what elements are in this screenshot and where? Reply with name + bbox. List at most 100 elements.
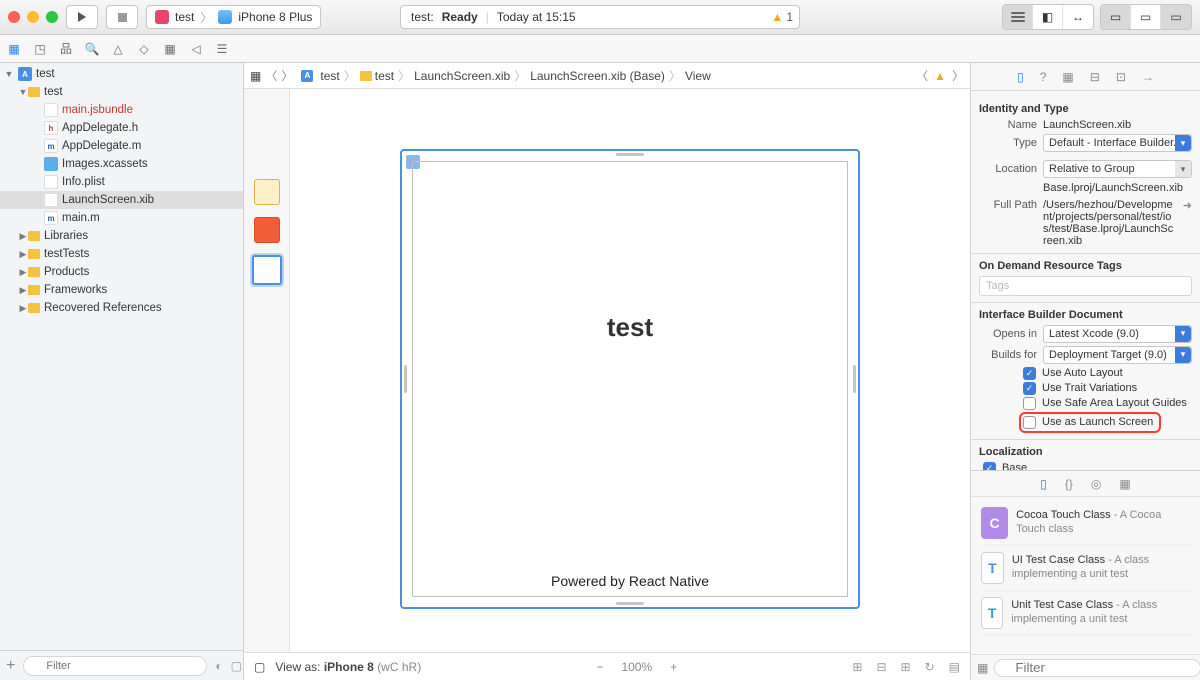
resize-handle-left[interactable] (404, 365, 407, 393)
adjust-right-icon[interactable]: 〉 (952, 67, 964, 84)
toggle-navigator-button[interactable]: ▭ (1101, 5, 1131, 29)
library-item[interactable]: T UI Test Case Class - A class implement… (979, 546, 1192, 591)
code-snippet-library-icon[interactable]: {} (1065, 477, 1073, 491)
add-button[interactable]: + (6, 657, 15, 675)
test-navigator-icon[interactable]: ◇ (136, 41, 152, 57)
adjust-left-icon[interactable]: 〈 (916, 67, 928, 84)
stack-icon[interactable]: ▤ (949, 660, 960, 674)
maximize-icon[interactable] (46, 11, 58, 23)
object-library-icon[interactable]: ◎ (1091, 477, 1101, 491)
resize-handle-top[interactable] (616, 153, 644, 156)
jump-bar-item[interactable]: Atest (297, 69, 339, 83)
version-editor-button[interactable]: ↔ (1063, 5, 1093, 29)
tree-file[interactable]: h AppDelegate.h (0, 119, 243, 137)
breakpoint-navigator-icon[interactable]: ◁ (188, 41, 204, 57)
library-filter-input[interactable] (994, 659, 1200, 677)
standard-editor-button[interactable] (1003, 5, 1033, 29)
pin-icon[interactable]: ⊞ (901, 660, 911, 674)
tree-file[interactable]: Info.plist (0, 173, 243, 191)
tags-input[interactable]: Tags (979, 276, 1192, 296)
find-navigator-icon[interactable]: 🔍 (84, 41, 100, 57)
view-object-selected[interactable] (252, 255, 282, 285)
warning-icon[interactable]: ▲ (934, 69, 946, 83)
zoom-out-button[interactable]: − (596, 660, 603, 674)
tree-group[interactable]: ▶ Frameworks (0, 281, 243, 299)
tree-group[interactable]: ▶ Products (0, 263, 243, 281)
attributes-inspector-icon[interactable]: ⊟ (1090, 70, 1100, 84)
jump-bar-item[interactable]: test (360, 69, 394, 83)
opensin-dropdown[interactable]: Latest Xcode (9.0)▾ (1043, 325, 1192, 343)
tree-group[interactable]: ▶ testTests (0, 245, 243, 263)
file-inspector-icon[interactable]: ▯ (1017, 70, 1024, 84)
library-item[interactable]: T Unit Test Case Class - A class impleme… (979, 591, 1192, 636)
project-navigator-icon[interactable]: ▦ (6, 41, 22, 57)
run-button[interactable] (66, 5, 98, 29)
zoom-in-button[interactable]: + (670, 660, 677, 674)
tree-file[interactable]: m main.m (0, 209, 243, 227)
tree-group[interactable]: ▼ test (0, 83, 243, 101)
scheme-selector[interactable]: test 〉 iPhone 8 Plus (146, 5, 321, 29)
autolayout-checkbox-row[interactable]: ✓Use Auto Layout (1023, 367, 1192, 380)
jump-bar-item[interactable]: View (685, 69, 711, 83)
issues-badge[interactable]: ▲ 1 (771, 10, 793, 24)
file-template-library-icon[interactable]: ▯ (1040, 477, 1047, 491)
toggle-inspector-button[interactable]: ▭ (1161, 5, 1191, 29)
jump-bar-item[interactable]: LaunchScreen.xib (414, 69, 510, 83)
location-dropdown[interactable]: Relative to Group▾ (1043, 160, 1192, 178)
tree-file[interactable]: m AppDelegate.m (0, 137, 243, 155)
trait-checkbox-row[interactable]: ✓Use Trait Variations (1023, 382, 1192, 395)
safearea-checkbox-row[interactable]: Use Safe Area Layout Guides (1023, 397, 1192, 410)
navigator-filter-input[interactable] (23, 656, 207, 676)
resolve-issues-icon[interactable]: ↻ (925, 660, 935, 674)
quick-help-icon[interactable]: ? (1040, 70, 1047, 84)
view-as-label[interactable]: View as: iPhone 8 (wC hR) (275, 660, 421, 674)
report-navigator-icon[interactable]: ☰ (214, 41, 230, 57)
interface-builder-canvas[interactable]: test Powered by React Native (290, 89, 970, 652)
forward-button[interactable]: 〉 (281, 67, 293, 84)
grid-view-icon[interactable]: ▦ (977, 661, 988, 675)
tree-group[interactable]: ▶ Libraries (0, 227, 243, 245)
folder-icon (28, 249, 40, 259)
impl-file-icon: m (44, 139, 58, 153)
files-owner-icon[interactable] (254, 179, 280, 205)
tree-file[interactable]: Images.xcassets (0, 155, 243, 173)
launchscreen-checkbox-highlight[interactable]: Use as Launch Screen (1019, 412, 1161, 433)
media-library-icon[interactable]: ▦ (1119, 477, 1130, 491)
connections-inspector-icon[interactable]: → (1142, 70, 1154, 84)
assistant-editor-button[interactable]: ◧ (1033, 5, 1063, 29)
related-items-icon[interactable]: ▦ (250, 69, 261, 83)
tree-file-selected[interactable]: LaunchScreen.xib (0, 191, 243, 209)
tree-project-root[interactable]: ▼A test (0, 65, 243, 83)
tree-file[interactable]: main.jsbundle (0, 101, 243, 119)
reveal-in-finder-icon[interactable]: ➜ (1183, 199, 1192, 212)
scm-filter-icon[interactable]: ▢ (231, 659, 242, 673)
class-template-icon: C (981, 507, 1008, 539)
library-item[interactable]: C Cocoa Touch Class - A Cocoa Touch clas… (979, 501, 1192, 546)
resize-handle-bottom[interactable] (616, 602, 644, 605)
back-button[interactable]: 〈 (265, 67, 277, 84)
align-icon[interactable]: ⊟ (876, 660, 886, 674)
issue-navigator-icon[interactable]: △ (110, 41, 126, 57)
size-inspector-icon[interactable]: ⊡ (1116, 70, 1126, 84)
source-control-icon[interactable]: ◳ (32, 41, 48, 57)
close-icon[interactable] (8, 11, 20, 23)
toggle-debug-button[interactable]: ▭ (1131, 5, 1161, 29)
first-responder-icon[interactable] (254, 217, 280, 243)
view-frame[interactable]: test Powered by React Native (400, 149, 860, 609)
tree-group[interactable]: ▶ Recovered References (0, 299, 243, 317)
type-dropdown[interactable]: Default - Interface Builder...▾ (1043, 134, 1192, 152)
recent-filter-icon[interactable]: ◐ (215, 659, 222, 673)
device-config-icon[interactable]: ▢ (254, 660, 265, 674)
minimize-icon[interactable] (27, 11, 39, 23)
stop-button[interactable] (106, 5, 138, 29)
debug-navigator-icon[interactable]: ▦ (162, 41, 178, 57)
resize-handle-right[interactable] (853, 365, 856, 393)
buildsfor-dropdown[interactable]: Deployment Target (9.0)▾ (1043, 346, 1192, 364)
panel-toggle-segmented[interactable]: ▭ ▭ ▭ (1100, 4, 1192, 30)
identity-inspector-icon[interactable]: ▦ (1062, 70, 1073, 84)
symbol-navigator-icon[interactable]: 品 (58, 41, 74, 57)
embed-in-icon[interactable]: ⊞ (852, 660, 862, 674)
editor-mode-segmented[interactable]: ◧ ↔ (1002, 4, 1094, 30)
jump-bar-item[interactable]: LaunchScreen.xib (Base) (530, 69, 665, 83)
localization-base-row[interactable]: ✓Base (983, 462, 1192, 470)
